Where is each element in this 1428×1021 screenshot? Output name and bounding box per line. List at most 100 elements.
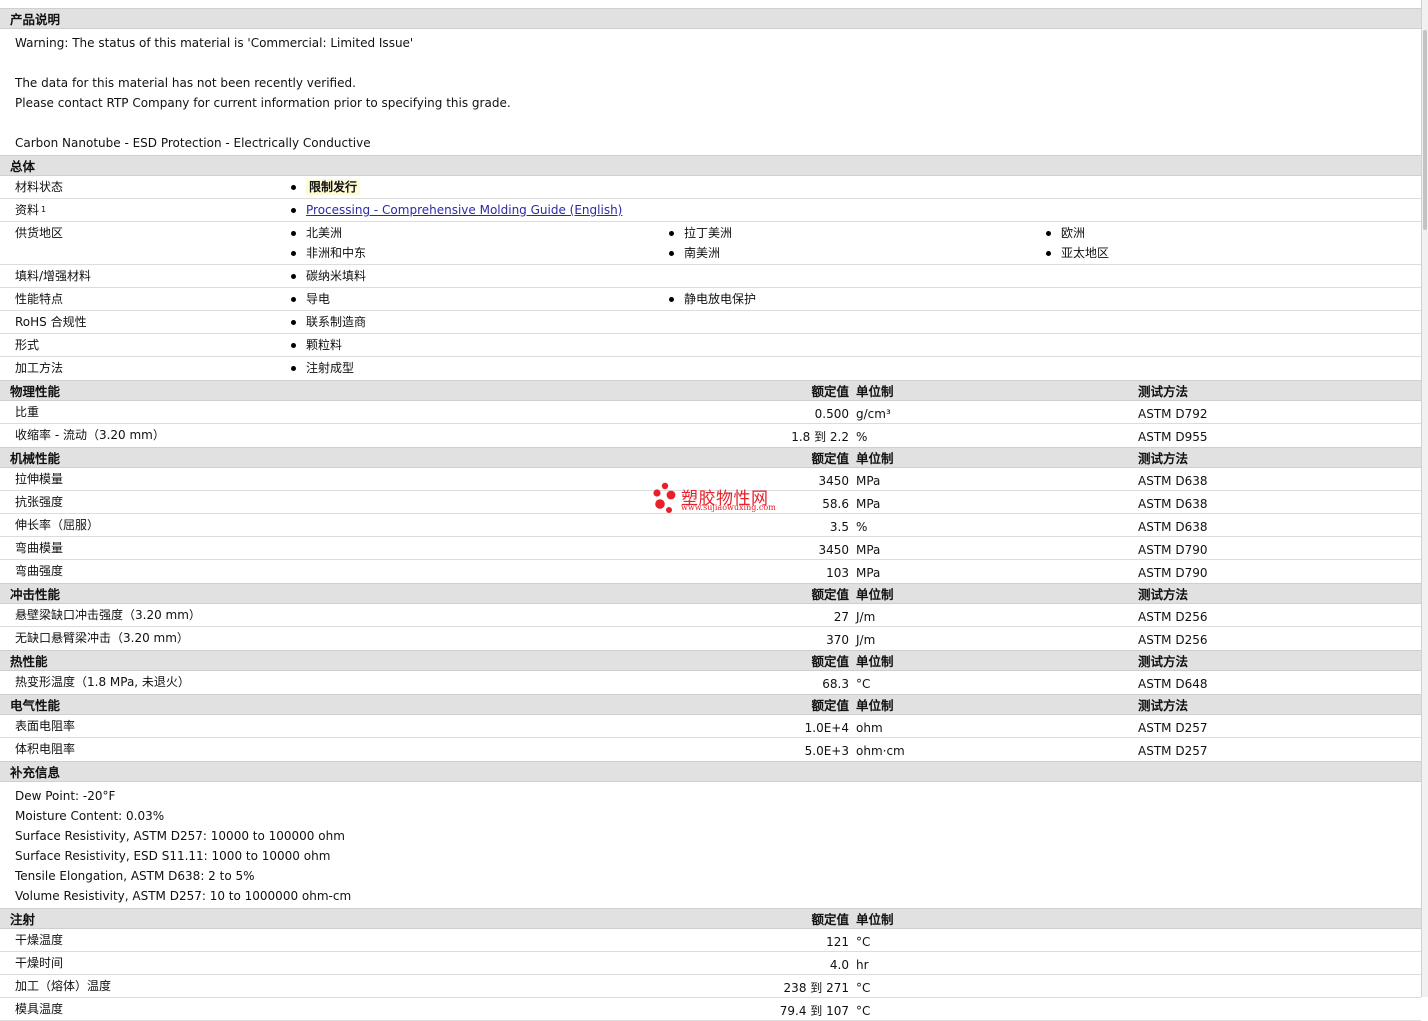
molding-guide-link[interactable]: Processing - Comprehensive Molding Guide… <box>306 203 622 217</box>
row-label: 抗张强度 <box>15 495 64 509</box>
row-filler: 填料/增强材料 碳纳米填料 <box>0 265 1421 288</box>
row-material-status: 材料状态 限制发行 <box>0 176 1421 199</box>
row-value: 103 <box>826 566 849 580</box>
row-value: 121 <box>826 935 849 949</box>
row-test-method: ASTM D257 <box>1138 721 1208 735</box>
header-value: 额定值 <box>811 451 849 466</box>
row-features: 性能特点 导电 静电放电保护 <box>0 288 1421 311</box>
table-row: 体积电阻率 5.0E+3 ohm·cm ASTM D257 <box>0 738 1421 761</box>
row-test-method: ASTM D955 <box>1138 430 1208 444</box>
row-test-method: ASTM D256 <box>1138 633 1208 647</box>
row-label: 体积电阻率 <box>15 742 76 756</box>
row-label: 干燥温度 <box>15 933 64 947</box>
row-test-method: ASTM D638 <box>1138 520 1208 534</box>
row-value: 4.0 <box>829 958 849 972</box>
watermark-logo: 塑胶物性网 www.sujiaowuxing.com <box>650 482 790 518</box>
row-unit: MPa <box>856 474 881 488</box>
row-test-method: ASTM D638 <box>1138 497 1208 511</box>
header-value: 额定值 <box>811 384 849 399</box>
header-test-method: 测试方法 <box>1138 451 1189 466</box>
row-value: 238 到 271 <box>783 981 849 995</box>
bullet-item: 注射成型 <box>290 360 354 376</box>
row-unit: hr <box>856 958 869 972</box>
section-thermal: 热性能 额定值 单位制 测试方法 <box>0 650 1421 671</box>
row-unit: % <box>856 430 868 444</box>
row-form: 形式 颗粒料 <box>0 334 1421 357</box>
bullet-item: 拉丁美洲 <box>668 225 732 241</box>
row-unit: °C <box>856 1004 871 1018</box>
row-test-method: ASTM D256 <box>1138 610 1208 624</box>
text-line: Moisture Content: 0.03% <box>15 809 165 823</box>
row-label: 模具温度 <box>15 1002 64 1016</box>
bullet-item: 导电 <box>290 291 330 307</box>
row-processing-method: 加工方法 注射成型 <box>0 357 1421 380</box>
row-test-method: ASTM D790 <box>1138 566 1208 580</box>
section-title: 总体 <box>10 159 36 174</box>
row-value: 5.0E+3 <box>804 744 849 758</box>
text-line: Carbon Nanotube - ESD Protection - Elect… <box>15 136 371 150</box>
row-value: 1.8 到 2.2 <box>791 430 849 444</box>
text-line: Tensile Elongation, ASTM D638: 2 to 5% <box>15 869 255 883</box>
section-electrical: 电气性能 额定值 单位制 测试方法 <box>0 694 1421 715</box>
text-line: Surface Resistivity, ESD S11.11: 1000 to… <box>15 849 331 863</box>
row-rohs: RoHS 合规性 联系制造商 <box>0 311 1421 334</box>
header-test-method: 测试方法 <box>1138 698 1189 713</box>
row-label: 表面电阻率 <box>15 719 76 733</box>
section-title: 物理性能 <box>10 384 61 399</box>
row-test-method: ASTM D257 <box>1138 744 1208 758</box>
table-row: 模具温度 79.4 到 107 °C <box>0 998 1421 1021</box>
bullet-item: 颗粒料 <box>290 337 342 353</box>
header-value: 额定值 <box>811 654 849 669</box>
row-unit: % <box>856 520 868 534</box>
vertical-scrollbar[interactable] <box>1421 0 1428 997</box>
row-unit: °C <box>856 981 871 995</box>
row-label: 性能特点 <box>15 292 64 306</box>
row-label: 比重 <box>15 405 40 419</box>
footnote-marker: 1 <box>41 205 47 214</box>
supplement-text: Dew Point: -20°F Moisture Content: 0.03%… <box>0 782 1421 908</box>
header-unit: 单位制 <box>856 912 894 927</box>
text-line: Surface Resistivity, ASTM D257: 10000 to… <box>15 829 345 843</box>
header-test-method: 测试方法 <box>1138 654 1189 669</box>
row-value: 58.6 <box>822 497 849 511</box>
bullet-item: 限制发行 <box>290 179 361 195</box>
table-row: 无缺口悬臂梁冲击（3.20 mm） 370 J/m ASTM D256 <box>0 627 1421 650</box>
text-line: Please contact RTP Company for current i… <box>15 96 511 110</box>
header-value: 额定值 <box>811 698 849 713</box>
row-label: 形式 <box>15 338 40 352</box>
text-line: The data for this material has not been … <box>15 76 356 90</box>
row-value: 370 <box>826 633 849 647</box>
scrollbar-thumb[interactable] <box>1423 30 1427 230</box>
row-label: 拉伸模量 <box>15 472 64 486</box>
table-row: 干燥时间 4.0 hr <box>0 952 1421 975</box>
section-physical: 物理性能 额定值 单位制 测试方法 <box>0 380 1421 401</box>
section-title: 补充信息 <box>10 765 61 780</box>
row-label: 弯曲模量 <box>15 541 64 555</box>
watermark-url: www.sujiaowuxing.com <box>681 503 776 512</box>
bullet-item: 碳纳米填料 <box>290 268 366 284</box>
text-line: Dew Point: -20°F <box>15 789 116 803</box>
header-value: 额定值 <box>811 587 849 602</box>
row-test-method: ASTM D638 <box>1138 474 1208 488</box>
section-title: 热性能 <box>10 654 48 669</box>
table-row: 加工（熔体）温度 238 到 271 °C <box>0 975 1421 998</box>
row-label: 加工（熔体）温度 <box>15 979 112 993</box>
row-unit: MPa <box>856 566 881 580</box>
row-value: 3450 <box>818 543 849 557</box>
table-row: 比重 0.500 g/cm³ ASTM D792 <box>0 401 1421 424</box>
table-row: 干燥温度 121 °C <box>0 929 1421 952</box>
row-value: 27 <box>833 610 849 624</box>
section-mechanical: 机械性能 额定值 单位制 测试方法 <box>0 447 1421 468</box>
section-title: 注射 <box>10 912 36 927</box>
section-product-description: 产品说明 <box>0 8 1421 29</box>
header-unit: 单位制 <box>856 698 894 713</box>
bullet-item: 北美洲 <box>290 225 342 241</box>
header-test-method: 测试方法 <box>1138 587 1189 602</box>
row-label: 热变形温度（1.8 MPa, 未退火） <box>15 675 190 689</box>
dots-logo-icon <box>653 482 676 513</box>
section-supplement: 补充信息 <box>0 761 1421 782</box>
row-label: 无缺口悬臂梁冲击（3.20 mm） <box>15 631 189 645</box>
header-unit: 单位制 <box>856 654 894 669</box>
row-unit: MPa <box>856 543 881 557</box>
text-line <box>15 113 1406 133</box>
